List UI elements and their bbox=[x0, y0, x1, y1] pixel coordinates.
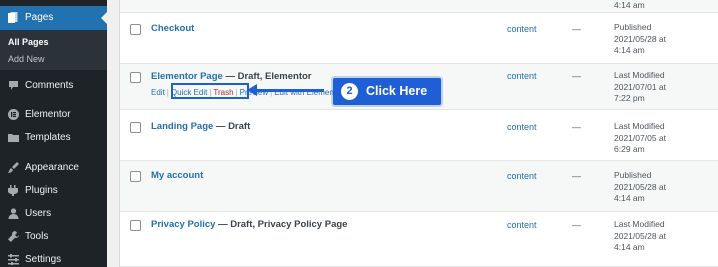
date-cell: Last Modified 2021/07/05 at 6:29 am bbox=[614, 121, 666, 156]
pages-table: 4:14 am Checkout content — Published 202… bbox=[119, 0, 718, 267]
author-link[interactable]: content bbox=[507, 220, 537, 230]
table-row: 4:14 am bbox=[120, 0, 718, 13]
page-title-link[interactable]: Privacy Policy bbox=[151, 219, 215, 230]
sidebar-item-pages[interactable]: Pages bbox=[0, 6, 107, 30]
page-state: — Draft, Elementor bbox=[222, 71, 312, 82]
click-here-callout: 2 Click Here bbox=[333, 78, 441, 105]
row-checkbox[interactable] bbox=[130, 122, 141, 133]
comments-cell: — bbox=[572, 122, 581, 132]
page-title: Landing Page — Draft bbox=[151, 121, 250, 132]
page-title-link[interactable]: My account bbox=[151, 170, 203, 181]
pages-submenu: All Pages Add New bbox=[0, 30, 107, 70]
author-link[interactable]: content bbox=[507, 171, 537, 181]
date-status: Published bbox=[614, 170, 652, 180]
date-status: Published bbox=[614, 22, 652, 32]
callout-text: Click Here bbox=[366, 84, 428, 98]
sidebar-item-label: Appearance bbox=[25, 162, 79, 173]
sidebar-item-users[interactable]: Users bbox=[0, 203, 107, 225]
sidebar-item-label: Tools bbox=[25, 231, 49, 242]
table-row: Landing Page — Draft content — Last Modi… bbox=[120, 110, 718, 161]
row-checkbox[interactable] bbox=[130, 72, 141, 83]
comments-cell: — bbox=[572, 171, 581, 181]
date-time: 6:29 am bbox=[614, 144, 645, 154]
sidebar-item-appearance[interactable]: Appearance bbox=[0, 157, 107, 179]
date-time: 4:14 am bbox=[614, 45, 645, 55]
arrow-line bbox=[251, 89, 324, 92]
sidebar-item-label: Pages bbox=[25, 12, 54, 23]
date-status: Last Modified bbox=[614, 70, 665, 80]
comments-icon bbox=[9, 81, 18, 90]
author-link[interactable]: content bbox=[507, 24, 537, 34]
highlight-box bbox=[171, 83, 249, 99]
page-title: My account bbox=[151, 170, 203, 181]
plugin-icon bbox=[8, 185, 18, 196]
admin-sidebar: Pages All Pages Add New Comments Element… bbox=[0, 0, 107, 267]
submenu-all-pages[interactable]: All Pages bbox=[8, 37, 49, 47]
date-value: 2021/05/28 at bbox=[614, 230, 666, 241]
comments-cell: — bbox=[572, 71, 581, 81]
sidebar-item-tools[interactable]: Tools bbox=[0, 226, 107, 248]
sidebar-item-label: Plugins bbox=[25, 185, 58, 196]
row-checkbox[interactable] bbox=[130, 171, 141, 182]
table-row: Privacy Policy — Draft, Privacy Policy P… bbox=[120, 212, 718, 267]
row-checkbox[interactable] bbox=[130, 24, 141, 35]
sidebar-item-templates[interactable]: Templates bbox=[0, 127, 107, 149]
page-state: — Draft, Privacy Policy Page bbox=[215, 219, 348, 230]
date-value: 2021/05/28 at bbox=[614, 33, 666, 44]
author-link[interactable]: content bbox=[507, 71, 537, 81]
page-title: Privacy Policy — Draft, Privacy Policy P… bbox=[151, 219, 347, 230]
sidebar-item-label: Users bbox=[25, 208, 52, 219]
date-status: Last Modified bbox=[614, 219, 665, 229]
comments-cell: — bbox=[572, 220, 581, 230]
sidebar-item-label: Settings bbox=[25, 254, 62, 265]
elementor-icon bbox=[8, 109, 19, 120]
date-cell: Last Modified 2021/07/01 at 7:22 pm bbox=[614, 70, 666, 105]
date-value: 2021/05/28 at bbox=[614, 181, 666, 192]
page-title: Elementor Page — Draft, Elementor bbox=[151, 71, 312, 82]
submenu-add-new[interactable]: Add New bbox=[8, 54, 45, 64]
settings-icon bbox=[8, 254, 19, 265]
main-content: 4:14 am Checkout content — Published 202… bbox=[107, 0, 718, 267]
author-link[interactable]: content bbox=[507, 122, 537, 132]
date-value: 2021/07/05 at bbox=[614, 132, 666, 143]
date-cell: Published 2021/05/28 at 4:14 am bbox=[614, 22, 666, 57]
date-status: Last Modified bbox=[614, 121, 665, 131]
date-cell: 4:14 am bbox=[614, 0, 645, 10]
sidebar-item-elementor[interactable]: Elementor bbox=[0, 104, 107, 126]
table-row: My account content — Published 2021/05/2… bbox=[120, 161, 718, 212]
table-row: Checkout content — Published 2021/05/28 … bbox=[120, 13, 718, 64]
date-time: 4:14 am bbox=[614, 242, 645, 252]
date-cell: Published 2021/05/28 at 4:14 am bbox=[614, 170, 666, 205]
folder-icon bbox=[8, 134, 19, 142]
sidebar-item-comments[interactable]: Comments bbox=[0, 75, 107, 97]
pages-icon bbox=[8, 12, 18, 23]
wrench-icon bbox=[8, 231, 19, 242]
step-number-badge: 2 bbox=[341, 83, 358, 100]
edit-link[interactable]: Edit bbox=[151, 88, 165, 97]
comments-cell: — bbox=[572, 24, 581, 34]
sidebar-item-plugins[interactable]: Plugins bbox=[0, 180, 107, 202]
sidebar-item-label: Elementor bbox=[25, 109, 71, 120]
row-checkbox[interactable] bbox=[130, 220, 141, 231]
user-icon bbox=[8, 208, 19, 219]
page-title-link[interactable]: Checkout bbox=[151, 23, 194, 34]
page-title: Checkout bbox=[151, 23, 194, 34]
page-title-link[interactable]: Landing Page bbox=[151, 121, 213, 132]
sidebar-item-settings[interactable]: Settings bbox=[0, 249, 107, 267]
date-time: 4:14 am bbox=[614, 193, 645, 203]
sidebar-item-label: Templates bbox=[25, 132, 71, 143]
paintbrush-icon bbox=[8, 162, 19, 173]
page-state: — Draft bbox=[213, 121, 251, 132]
sidebar-item-label: Comments bbox=[25, 80, 74, 91]
page-title-link[interactable]: Elementor Page bbox=[151, 71, 223, 82]
date-cell: Last Modified 2021/05/28 at 4:14 am bbox=[614, 219, 666, 254]
date-time: 7:22 pm bbox=[614, 93, 645, 103]
date-value: 2021/07/01 at bbox=[614, 81, 666, 92]
